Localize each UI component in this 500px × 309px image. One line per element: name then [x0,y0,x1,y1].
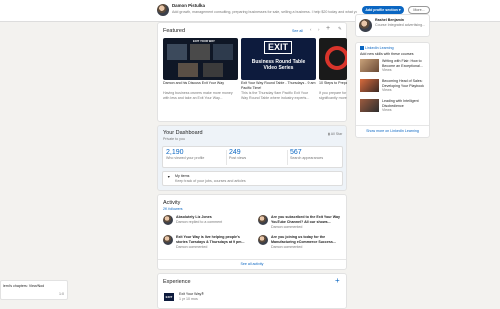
message-preview-text: lemi's chapters: View/Nod [3,284,45,288]
divider [356,125,429,126]
featured-caption-2[interactable]: Exit Your Way Round Table - Thursdays - … [241,81,316,90]
company-logo-icon[interactable]: EXIT [164,293,174,301]
avatar[interactable] [163,235,173,245]
course-meta: Views [382,68,392,72]
exit-logo: EXIT [264,41,292,54]
my-items-title: My items [175,174,190,178]
video-frame-left [167,44,187,60]
person-headline: Course Integrated advertising... [375,23,426,27]
all-star-badge: ▮ All Star [328,132,342,137]
video-frame-center [190,44,210,60]
add-featured-icon[interactable]: + [326,25,330,32]
red-ring-graphic [325,46,347,70]
experience-title: Experience [163,279,191,285]
my-items-box[interactable]: ▼ My items Keep track of your jobs, cour… [162,171,343,186]
course-title[interactable]: Becoming Head of Sales: Developing Your … [382,79,428,88]
course-meta: Views [382,88,392,92]
stats-box: 2,190 Who viewed your profile 249 Post v… [162,146,343,168]
experience-section: Experience + EXIT Exit Your Way® 1 yr 10… [157,273,347,309]
chevron-left-icon[interactable]: ‹ [310,27,311,33]
avatar[interactable] [157,4,169,16]
add-section-label: Add profile section [365,8,398,12]
dashboard-section: Your Dashboard Private to you ▮ All Star… [157,125,347,191]
profile-headline: Add growth, management consulting, prepa… [172,10,357,14]
activity-post-title[interactable]: Absolutely Liz Jones [176,215,251,220]
more-button[interactable]: More... [408,6,430,14]
show-more-learning-link[interactable]: Show more on LinkedIn Learning [356,129,429,134]
all-star-label: All Star [330,132,343,136]
featured-section: Featured See all ‹ › + ✎ EXIT YOUR WAY D… [157,22,347,122]
featured-caption-1[interactable]: Damon and his Discuss Exit Your Way [163,81,238,86]
learning-heading: Add new skills with these courses [360,52,414,56]
featured-thumbnail-3[interactable] [319,38,347,80]
thumb-title-2: Business Round Table Video Series [251,59,306,71]
course-thumbnail[interactable] [360,99,379,112]
avatar[interactable] [163,215,173,225]
featured-see-all-link[interactable]: See all [292,29,303,34]
linkedin-learning-brand: LinkedIn Learning [360,46,394,51]
stat-value: 2,190 [166,149,184,156]
message-preview[interactable]: lemi's chapters: View/Nod 1:0 [0,280,68,300]
featured-desc-2: This is the Thursday 9am Pacific Exit Yo… [241,91,310,100]
experience-duration: 1 yr 10 mos [179,297,198,301]
stat-value: 567 [290,149,302,156]
stat-profile-views[interactable]: 2,190 Who viewed your profile [166,149,221,161]
course-meta: Views [382,108,392,112]
course-title[interactable]: Writing with Flair: How to Become an Exc… [382,59,428,68]
avatar[interactable] [258,235,268,245]
learning-card: LinkedIn Learning Add new skills with th… [355,42,430,138]
message-time: 1:0 [59,292,64,296]
stat-search-appearances[interactable]: 567 Search appearances [290,149,344,161]
people-card: Rashel Benjamin Course Integrated advert… [355,14,430,37]
activity-post-title[interactable]: Are you joining us today for the Manufac… [271,235,345,244]
learning-brand-label: LinkedIn Learning [365,46,394,50]
my-items-desc: Keep track of your jobs, courses and art… [175,179,246,183]
activity-post-sub: Damon commented [271,225,303,229]
stat-label: Who viewed your profile [166,156,205,160]
avatar[interactable] [258,215,268,225]
course-title[interactable]: Leading with Intelligent Disobedience [382,99,428,108]
dashboard-title: Your Dashboard [163,130,203,136]
followers-count[interactable]: 2K followers [163,207,183,212]
video-frame-bottom-right [203,63,223,77]
stat-label: Search appearances [290,156,324,160]
course-thumbnail[interactable] [360,59,379,72]
video-frame-right [213,44,233,60]
add-experience-icon[interactable]: + [335,276,340,285]
video-frame-bottom-left [178,63,198,77]
featured-desc-3: If you prepare for significantly more [319,91,347,100]
featured-title: Featured [163,28,186,34]
avatar[interactable] [359,19,372,32]
chevron-right-icon[interactable]: › [318,27,319,33]
edit-pencil-icon[interactable]: ✎ [338,26,342,32]
chevron-down-icon: ▾ [397,8,401,12]
dashboard-subtitle: Private to you [163,137,185,141]
activity-post-title[interactable]: Exit Your Way is live helping people's s… [176,235,251,244]
course-thumbnail[interactable] [360,79,379,92]
featured-caption-3[interactable]: 10 Steps to Prepare [319,81,347,86]
activity-section: Activity 2K followers Absolutely Liz Jon… [157,194,347,270]
activity-post-sub: Damon commented [176,245,208,249]
featured-thumbnail-1[interactable]: EXIT YOUR WAY [163,38,238,80]
bookmark-icon: ▼ [167,175,171,179]
stat-post-views[interactable]: 249 Post views [229,149,284,161]
experience-role[interactable]: Exit Your Way® [179,292,204,297]
divider [158,259,346,260]
activity-post-title[interactable]: Are you subscribed to the Exit Your Way … [271,215,345,224]
activity-post-sub: Damon replied to a comment [176,220,223,224]
featured-thumbnail-2[interactable]: EXIT Business Round Table Video Series [241,38,316,80]
add-profile-section-button[interactable]: Add profile section ▾ [362,6,404,14]
stat-label: Post views [229,156,247,160]
person-name[interactable]: Rashel Benjamin [375,18,404,23]
linkedin-logo-icon [360,46,364,51]
activity-post-sub: Damon commented [271,245,303,249]
stat-divider [287,150,288,165]
stat-divider [226,150,227,165]
see-all-activity-link[interactable]: See all activity [158,262,346,267]
thumb-logo-text: EXIT YOUR WAY [193,39,215,43]
activity-title: Activity [163,200,181,206]
profile-name: Damon Pistulka [172,3,205,8]
stat-value: 249 [229,149,241,156]
featured-desc-1: Having business owners make more money w… [163,91,233,100]
